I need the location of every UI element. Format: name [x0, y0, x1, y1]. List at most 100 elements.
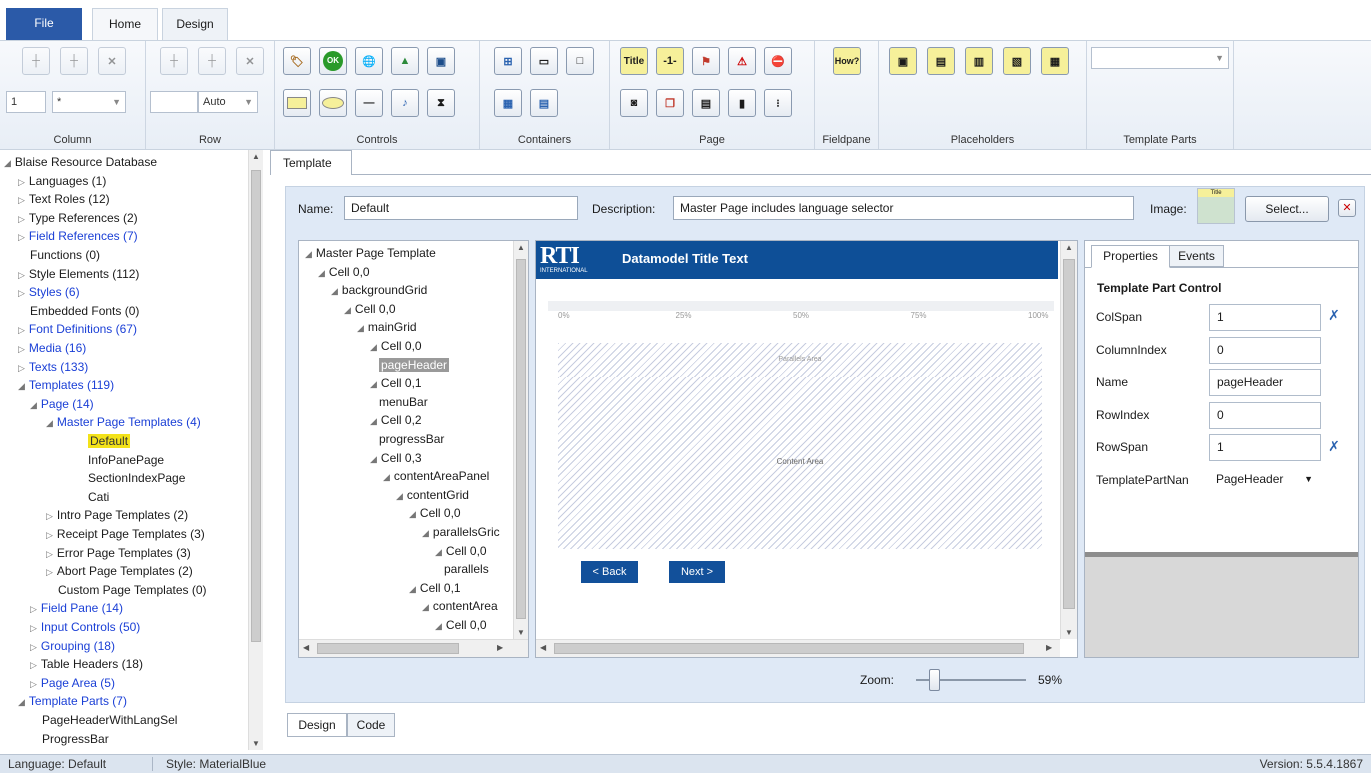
- resource-tree-item[interactable]: ▷ Texts (133): [18, 358, 88, 376]
- resource-tree-item[interactable]: ▷ Font Definitions (67): [18, 320, 137, 338]
- how-button[interactable]: How?: [833, 47, 861, 75]
- collapsed-arrow-icon[interactable]: ▷: [18, 195, 25, 205]
- resource-tree-item[interactable]: ◢ Master Page Templates (4): [46, 413, 201, 431]
- collapsed-arrow-icon[interactable]: ▷: [46, 549, 53, 559]
- tab-home[interactable]: Home: [92, 8, 158, 40]
- template-tree-item[interactable]: ◢ backgroundGrid: [331, 281, 427, 299]
- expanded-arrow-icon[interactable]: ◢: [344, 305, 351, 315]
- resource-tree-item[interactable]: ◢ Blaise Resource Database: [4, 153, 157, 171]
- collapsed-arrow-icon[interactable]: ▷: [46, 511, 53, 521]
- template-tree-item[interactable]: ◢ parallelsGric: [422, 523, 500, 541]
- property-value-field[interactable]: 0: [1209, 336, 1321, 364]
- row-height-combo[interactable]: Auto ▼: [198, 91, 258, 113]
- template-tree-item[interactable]: ◢ Cell 0,0: [344, 300, 396, 318]
- list-container-icon[interactable]: ▤: [530, 89, 558, 117]
- expanded-arrow-icon[interactable]: ◢: [435, 621, 442, 631]
- scroll-up-icon[interactable]: ▲: [249, 152, 263, 161]
- resource-tree-item[interactable]: ▷ Grouping (18): [30, 637, 115, 655]
- scroll-left-icon[interactable]: ◀: [303, 643, 309, 652]
- zoom-slider-thumb[interactable]: [929, 669, 941, 691]
- collapsed-arrow-icon[interactable]: ▷: [46, 530, 53, 540]
- template-tree-item[interactable]: parallels: [444, 560, 489, 578]
- template-tree-item[interactable]: ◢ Cell 0,0: [370, 337, 422, 355]
- template-tree-item[interactable]: ◢ Cell 0,1: [409, 579, 461, 597]
- collapsed-arrow-icon[interactable]: ▷: [18, 177, 25, 187]
- resource-tree-item[interactable]: ▷ Intro Page Templates (2): [46, 506, 188, 524]
- property-value-field[interactable]: 0: [1209, 401, 1321, 429]
- ellipse-control-icon[interactable]: [319, 89, 347, 117]
- template-tree-item[interactable]: ◢ Cell 0,0: [435, 542, 487, 560]
- resource-tree-item[interactable]: PageHeaderWithLangSel: [42, 711, 177, 729]
- collapsed-arrow-icon[interactable]: ▷: [18, 344, 25, 354]
- template-tree-item[interactable]: pageHeader: [379, 356, 450, 374]
- page-info-icon[interactable]: ▤: [692, 89, 720, 117]
- select-image-button[interactable]: Select...: [1245, 196, 1329, 222]
- menu-bar-icon[interactable]: ⁝: [764, 89, 792, 117]
- collapsed-arrow-icon[interactable]: ▷: [30, 642, 37, 652]
- collapsed-arrow-icon[interactable]: ▷: [30, 604, 37, 614]
- template-tree-item[interactable]: ◢ contentAreaPanel: [383, 467, 489, 485]
- layers-icon[interactable]: ❐: [656, 89, 684, 117]
- expanded-arrow-icon[interactable]: ◢: [422, 602, 429, 612]
- template-tree-item[interactable]: ◢ Cell 0,0: [318, 263, 370, 281]
- insert-column-left-icon[interactable]: ┼: [22, 47, 50, 75]
- tab-template[interactable]: Template: [270, 150, 352, 175]
- scroll-up-icon[interactable]: ▲: [1061, 243, 1077, 252]
- expanded-arrow-icon[interactable]: ◢: [4, 158, 11, 168]
- placeholder-grid-icon[interactable]: ▦: [1041, 47, 1069, 75]
- scroll-thumb[interactable]: [317, 643, 459, 654]
- expanded-arrow-icon[interactable]: ◢: [383, 472, 390, 482]
- delete-row-icon[interactable]: ✕: [236, 47, 264, 75]
- collapsed-arrow-icon[interactable]: ▷: [30, 679, 37, 689]
- label-control-icon[interactable]: 🏷: [283, 47, 311, 75]
- expanded-arrow-icon[interactable]: ◢: [318, 268, 325, 278]
- back-button[interactable]: < Back: [581, 561, 638, 583]
- expanded-arrow-icon[interactable]: ◢: [18, 381, 25, 391]
- design-canvas[interactable]: RTI INTERNATIONAL Datamodel Title Text 0…: [535, 240, 1078, 658]
- panel-container-icon[interactable]: ▭: [530, 47, 558, 75]
- scroll-down-icon[interactable]: ▼: [514, 628, 528, 637]
- title-button[interactable]: Title: [620, 47, 648, 75]
- template-tree-item[interactable]: ◢ contentGrid: [396, 486, 469, 504]
- collapsed-arrow-icon[interactable]: ▷: [18, 214, 25, 224]
- template-tree-vscrollbar[interactable]: ▲ ▼: [513, 241, 528, 639]
- resource-tree-item[interactable]: Cati: [88, 488, 109, 506]
- placeholder-header-icon[interactable]: ▤: [927, 47, 955, 75]
- resource-tree-item[interactable]: ▷ Table Headers (18): [30, 655, 143, 673]
- resource-tree-item[interactable]: ▷ Styles (6): [18, 283, 80, 301]
- expanded-arrow-icon[interactable]: ◢: [305, 249, 312, 259]
- resource-tree-item[interactable]: ▷ Type References (2): [18, 209, 138, 227]
- tab-design[interactable]: Design: [162, 8, 228, 40]
- table-container-icon[interactable]: ▦: [494, 89, 522, 117]
- next-button[interactable]: Next >: [669, 561, 725, 583]
- tab-events[interactable]: Events: [1169, 245, 1224, 267]
- navigation-icon[interactable]: ◙: [620, 89, 648, 117]
- textbox-control-icon[interactable]: [283, 89, 311, 117]
- resource-tree-item[interactable]: Custom Page Templates (0): [58, 581, 207, 599]
- collapsed-arrow-icon[interactable]: ▷: [18, 325, 25, 335]
- template-tree-item[interactable]: ◢ Cell 0,3: [370, 449, 422, 467]
- resource-tree-item[interactable]: ▷ Style Elements (112): [18, 265, 139, 283]
- resource-tree-item[interactable]: ▷ Media (16): [18, 339, 86, 357]
- template-tree-item[interactable]: ◢ mainGrid: [357, 318, 417, 336]
- collapsed-arrow-icon[interactable]: ▷: [18, 270, 25, 280]
- language-flag-icon[interactable]: ⚑: [692, 47, 720, 75]
- scroll-thumb[interactable]: [516, 259, 526, 619]
- tab-code-view[interactable]: Code: [347, 713, 395, 737]
- template-tree-item[interactable]: ◢ Master Page Template: [305, 244, 436, 262]
- template-tree-item[interactable]: ◢ Cell 0,2: [370, 411, 422, 429]
- placeholder-title-icon[interactable]: ▥: [965, 47, 993, 75]
- scroll-down-icon[interactable]: ▼: [249, 739, 263, 748]
- page-header-preview[interactable]: RTI INTERNATIONAL Datamodel Title Text: [536, 241, 1058, 279]
- resource-tree-item[interactable]: ▷ Field References (7): [18, 227, 138, 245]
- expanded-arrow-icon[interactable]: ◢: [18, 697, 25, 707]
- warning-icon[interactable]: ⚠: [728, 47, 756, 75]
- rowspan-binding-icon[interactable]: ✗: [1325, 438, 1343, 456]
- resource-tree-item[interactable]: InfoPanePage: [88, 451, 164, 469]
- collapsed-arrow-icon[interactable]: ▷: [18, 363, 25, 373]
- video-control-icon[interactable]: ▣: [427, 47, 455, 75]
- resource-tree-item[interactable]: Default: [88, 432, 131, 450]
- template-tree-item[interactable]: ◢ contentArea: [422, 597, 498, 615]
- resource-tree-item[interactable]: SectionIndexPage: [88, 469, 185, 487]
- tab-file[interactable]: File: [6, 8, 82, 40]
